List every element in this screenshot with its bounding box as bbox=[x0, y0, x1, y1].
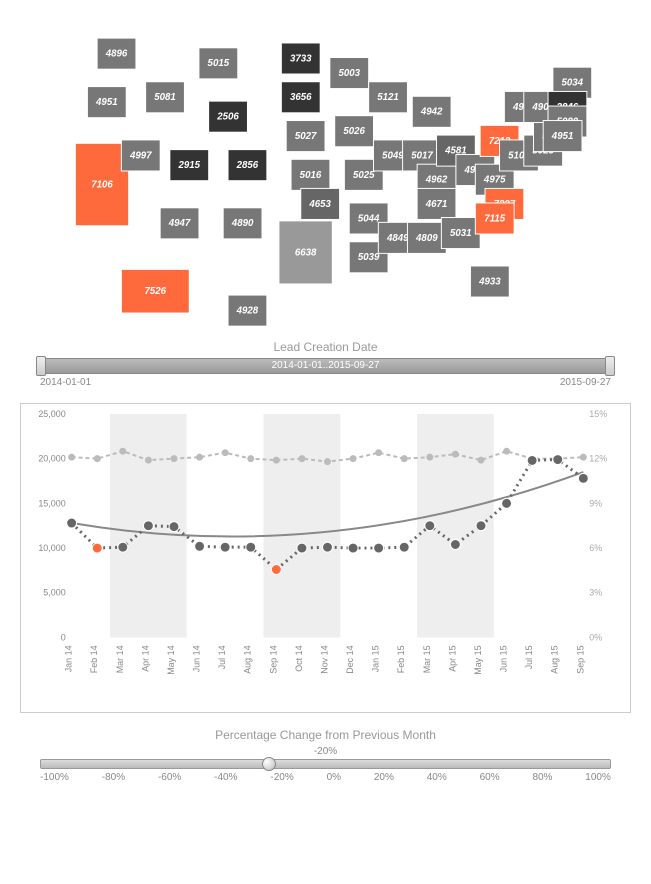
svg-text:Jun 14: Jun 14 bbox=[192, 645, 202, 672]
state-TX[interactable] bbox=[279, 221, 332, 284]
svg-text:Aug 15: Aug 15 bbox=[550, 645, 560, 673]
state-UT[interactable] bbox=[170, 150, 209, 181]
svg-text:Oct 14: Oct 14 bbox=[294, 645, 304, 671]
map-svg[interactable]: 4896495171064997508150152506291528564947… bbox=[20, 10, 631, 330]
state-ID[interactable] bbox=[146, 82, 185, 113]
state-CT[interactable] bbox=[543, 121, 582, 152]
state-MI[interactable] bbox=[412, 96, 451, 127]
state-OK[interactable] bbox=[301, 188, 340, 219]
state-WY[interactable] bbox=[209, 101, 248, 132]
svg-text:Apr 14: Apr 14 bbox=[140, 645, 150, 671]
svg-text:Jul 14: Jul 14 bbox=[217, 645, 227, 669]
date-slider-handle-max[interactable] bbox=[605, 356, 615, 376]
state-HI[interactable] bbox=[228, 295, 267, 326]
pct-slider-handle[interactable] bbox=[262, 757, 276, 771]
svg-text:May 14: May 14 bbox=[166, 645, 176, 674]
pct-change-slider-section: Percentage Change from Previous Month -2… bbox=[0, 718, 651, 803]
state-SC[interactable] bbox=[475, 203, 514, 234]
svg-text:15,000: 15,000 bbox=[38, 498, 65, 508]
state-KS[interactable] bbox=[291, 159, 330, 190]
state-NE[interactable] bbox=[286, 121, 325, 152]
date-slider-track[interactable]: 2014-01-01..2015-09-27 bbox=[40, 358, 611, 374]
date-range-slider-section: Lead Creation Date 2014-01-01..2015-09-2… bbox=[0, 335, 651, 398]
svg-text:0: 0 bbox=[61, 632, 66, 642]
line-chart-section: Leads Created % Converted 05,00010,00015… bbox=[0, 398, 651, 718]
date-max-label: 2015-09-27 bbox=[560, 377, 611, 388]
svg-text:Jun 15: Jun 15 bbox=[499, 645, 509, 672]
state-MN[interactable] bbox=[330, 58, 369, 89]
svg-text:Feb 14: Feb 14 bbox=[89, 645, 99, 673]
state-CA[interactable] bbox=[75, 143, 128, 225]
svg-text:Nov 14: Nov 14 bbox=[319, 645, 329, 673]
state-WI[interactable] bbox=[369, 82, 408, 113]
svg-text:12%: 12% bbox=[589, 454, 607, 464]
svg-text:Jan 14: Jan 14 bbox=[64, 645, 74, 672]
state-SD[interactable] bbox=[281, 82, 320, 113]
date-slider-endpoints: 2014-01-01 2015-09-27 bbox=[40, 377, 611, 388]
svg-text:Jul 15: Jul 15 bbox=[524, 645, 534, 669]
svg-text:Apr 15: Apr 15 bbox=[447, 645, 457, 671]
date-min-label: 2014-01-01 bbox=[40, 377, 91, 388]
svg-text:Sep 15: Sep 15 bbox=[575, 645, 585, 673]
svg-text:10,000: 10,000 bbox=[38, 543, 65, 553]
pct-current-value: -20% bbox=[40, 746, 611, 757]
state-ND[interactable] bbox=[281, 43, 320, 74]
state-MT[interactable] bbox=[199, 48, 238, 79]
slider-value-label: 2014-01-01..2015-09-27 bbox=[41, 359, 610, 373]
svg-text:15%: 15% bbox=[589, 409, 607, 419]
state-WA[interactable] bbox=[97, 38, 136, 69]
state-NM[interactable] bbox=[223, 208, 262, 239]
svg-text:Jan 15: Jan 15 bbox=[371, 645, 381, 672]
state-AZ[interactable] bbox=[160, 208, 199, 239]
pct-slider-title: Percentage Change from Previous Month bbox=[40, 728, 611, 742]
state-CO[interactable] bbox=[228, 150, 267, 181]
date-slider-handle-min[interactable] bbox=[36, 356, 46, 376]
chart-plot-area[interactable]: 0 5,000 10,000 15,000 20,000 25,000 0% 3% 6% 9% 12… bbox=[20, 403, 631, 713]
svg-text:9%: 9% bbox=[589, 498, 602, 508]
slider-title: Lead Creation Date bbox=[40, 340, 611, 354]
state-FL[interactable] bbox=[470, 266, 509, 297]
pct-slider-track[interactable] bbox=[40, 759, 611, 769]
state-NV[interactable] bbox=[121, 140, 160, 171]
us-map-choropleth: 4896495171064997508150152506291528564947… bbox=[0, 0, 651, 335]
svg-text:May 15: May 15 bbox=[473, 645, 483, 674]
svg-text:0%: 0% bbox=[589, 632, 602, 642]
svg-text:Mar 14: Mar 14 bbox=[115, 645, 125, 673]
svg-text:6%: 6% bbox=[589, 543, 602, 553]
state-IA[interactable] bbox=[335, 116, 374, 147]
state-AL[interactable] bbox=[407, 222, 446, 253]
pct-slider-ticks: -100%-80%-60%-40%-20%0%20%40%60%80%100% bbox=[40, 772, 611, 783]
svg-text:25,000: 25,000 bbox=[38, 409, 65, 419]
svg-text:Aug 14: Aug 14 bbox=[243, 645, 253, 673]
svg-text:Sep 14: Sep 14 bbox=[268, 645, 278, 673]
svg-text:Feb 15: Feb 15 bbox=[396, 645, 406, 673]
svg-text:3%: 3% bbox=[589, 588, 602, 598]
svg-text:5,000: 5,000 bbox=[43, 588, 65, 598]
svg-text:Mar 15: Mar 15 bbox=[422, 645, 432, 673]
svg-text:20,000: 20,000 bbox=[38, 454, 65, 464]
state-TN[interactable] bbox=[417, 188, 456, 219]
state-GA[interactable] bbox=[441, 218, 480, 249]
state-OR[interactable] bbox=[87, 87, 126, 118]
state-AK[interactable] bbox=[121, 269, 189, 313]
svg-text:Dec 14: Dec 14 bbox=[345, 645, 355, 673]
